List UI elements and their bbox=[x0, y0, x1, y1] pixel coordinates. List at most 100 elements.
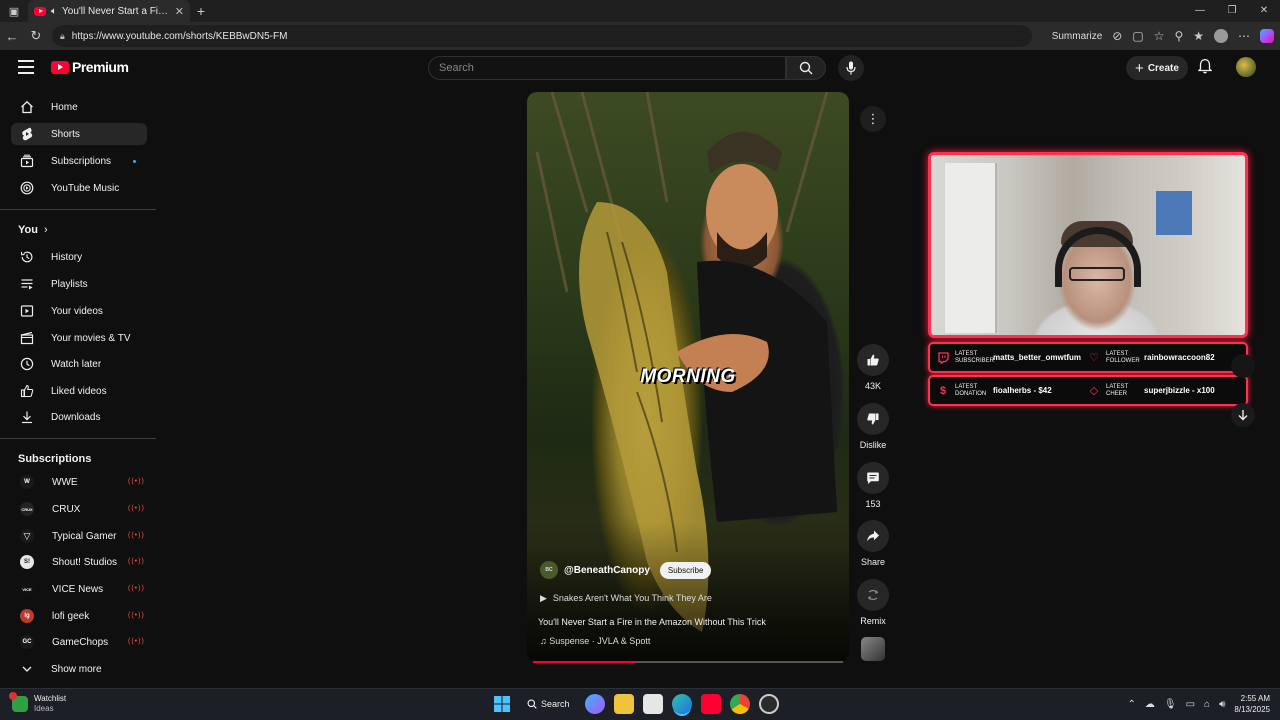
create-button[interactable]: + Create bbox=[1126, 56, 1188, 80]
notifications-button[interactable] bbox=[1197, 58, 1213, 79]
next-short-button[interactable] bbox=[1231, 403, 1255, 427]
voice-search-button[interactable] bbox=[838, 55, 864, 81]
sidebar-item-watch-later[interactable]: Watch later bbox=[11, 353, 147, 375]
sidebar-you-heading[interactable]: You › bbox=[18, 224, 48, 236]
sidebar-channel-crux[interactable]: CRUX CRUX ((•)) bbox=[11, 498, 147, 520]
windows-start-icon[interactable] bbox=[492, 694, 512, 714]
speaker-icon[interactable]: 🔈︎ bbox=[51, 6, 57, 17]
system-clock[interactable]: 2:55 AM 8/13/2025 bbox=[1234, 693, 1270, 715]
chevron-up-icon[interactable]: ⌃ bbox=[1128, 699, 1136, 710]
microphone-icon[interactable]: 🎙︎ bbox=[1164, 699, 1177, 710]
favorite-star-icon[interactable]: ☆ bbox=[1154, 29, 1165, 43]
video-title[interactable]: You'll Never Start a Fire in the Amazon … bbox=[538, 617, 838, 627]
close-tab-icon[interactable]: ✕ bbox=[175, 5, 184, 18]
browser-tab-active[interactable]: 🔈︎ You'll Never Start a Fire in th ✕ bbox=[28, 0, 190, 22]
favorites-icon[interactable]: ★ bbox=[1193, 29, 1204, 43]
summarize-button[interactable]: Summarize bbox=[1052, 31, 1103, 42]
split-screen-icon[interactable]: ▢ bbox=[1132, 29, 1143, 43]
remix-button[interactable] bbox=[857, 579, 889, 611]
search-button[interactable] bbox=[786, 56, 826, 80]
sidebar-item-liked-videos[interactable]: Liked videos bbox=[11, 380, 147, 402]
share-button[interactable] bbox=[857, 520, 889, 552]
remix-icon bbox=[867, 589, 879, 601]
sidebar-channel-lofi-geek[interactable]: lg lofi geek ((•)) bbox=[11, 605, 147, 627]
sidebar-item-home[interactable]: Home bbox=[11, 96, 147, 118]
new-tab-button[interactable]: + bbox=[190, 3, 212, 19]
channel-avatar[interactable]: BC bbox=[540, 561, 558, 579]
sidebar-item-label: VICE News bbox=[52, 583, 104, 595]
refresh-icon[interactable]: ↻ bbox=[24, 28, 48, 44]
display-icon[interactable]: ▭ bbox=[1186, 699, 1195, 710]
webcam-background-door bbox=[945, 163, 997, 333]
playlist-link[interactable]: ▶ Snakes Aren't What You Think They Are bbox=[540, 593, 712, 604]
search-input[interactable]: Search bbox=[428, 56, 786, 80]
taskbar-widget[interactable]: Watchlist Ideas bbox=[9, 692, 67, 714]
comments-button[interactable] bbox=[857, 462, 889, 494]
sidebar-item-label: Watch later bbox=[51, 358, 102, 370]
alert-value: rainbowraccoon82 bbox=[1144, 353, 1215, 362]
edge-browser-icon[interactable] bbox=[671, 694, 692, 714]
sidebar-divider bbox=[0, 209, 156, 210]
taskbar-search[interactable]: Search bbox=[521, 699, 576, 709]
back-icon[interactable]: ← bbox=[0, 29, 24, 44]
sidebar-channel-vice-news[interactable]: VICE VICE News ((•)) bbox=[11, 578, 147, 600]
copilot-icon[interactable] bbox=[1260, 29, 1274, 43]
maximize-icon[interactable]: ❐ bbox=[1216, 0, 1248, 22]
copilot-app-icon[interactable] bbox=[584, 694, 605, 714]
dislike-button[interactable] bbox=[857, 403, 889, 435]
sidebar-item-movies[interactable]: Your movies & TV bbox=[11, 327, 147, 349]
sound-thumbnail[interactable] bbox=[861, 637, 885, 661]
youtube-app-icon[interactable] bbox=[700, 694, 721, 714]
previous-short-button[interactable] bbox=[1231, 354, 1255, 378]
sidebar-item-your-videos[interactable]: Your videos bbox=[11, 300, 147, 322]
sound-title: Suspense · JVLA & Spott bbox=[549, 636, 651, 646]
sidebar-item-subscriptions[interactable]: Subscriptions bbox=[11, 150, 147, 172]
comments-action: 153 bbox=[857, 462, 889, 509]
sidebar-show-more[interactable]: Show more bbox=[11, 658, 147, 680]
sidebar-item-shorts[interactable]: Shorts bbox=[11, 123, 147, 145]
dollar-icon: $ bbox=[939, 384, 947, 397]
sidebar-channel-shout-studios[interactable]: S! Shout! Studios ((•)) bbox=[11, 551, 147, 573]
remix-action: Remix bbox=[857, 579, 889, 626]
minimize-icon[interactable]: — bbox=[1184, 0, 1216, 22]
menu-icon[interactable] bbox=[18, 60, 34, 74]
live-indicator-icon: ((•)) bbox=[128, 585, 145, 592]
chrome-icon[interactable] bbox=[729, 694, 750, 714]
profile-avatar[interactable] bbox=[1214, 29, 1228, 43]
obs-icon[interactable] bbox=[758, 694, 779, 714]
subscribe-button[interactable]: Subscribe bbox=[659, 561, 712, 579]
youtube-logo[interactable]: Premium bbox=[51, 59, 129, 75]
cloud-icon[interactable]: ☁ bbox=[1145, 699, 1155, 710]
address-bar[interactable]: 🔒︎ https://www.youtube.com/shorts/KEBBwD… bbox=[52, 25, 1032, 47]
channel-handle[interactable]: @BeneathCanopy bbox=[564, 565, 650, 576]
file-explorer-icon[interactable] bbox=[613, 694, 634, 714]
volume-icon[interactable]: 🔊︎ bbox=[1219, 699, 1225, 710]
close-window-icon[interactable]: ✕ bbox=[1248, 0, 1280, 22]
sidebar-item-youtube-music[interactable]: YouTube Music bbox=[11, 177, 147, 199]
store-icon[interactable] bbox=[642, 694, 663, 714]
search-icon bbox=[527, 699, 537, 709]
network-icon[interactable]: ⌂ bbox=[1204, 699, 1210, 710]
video-progress-bar[interactable] bbox=[533, 661, 843, 663]
like-button[interactable] bbox=[857, 344, 889, 376]
more-actions-button[interactable]: ⋮ bbox=[860, 106, 886, 132]
account-avatar[interactable] bbox=[1236, 57, 1256, 77]
sidebar-item-history[interactable]: History bbox=[11, 246, 147, 268]
stream-webcam bbox=[928, 152, 1248, 338]
more-options-icon[interactable]: ⋯ bbox=[1238, 29, 1250, 43]
sidebar-item-playlists[interactable]: Playlists bbox=[11, 273, 147, 295]
sidebar-channel-gamechops[interactable]: GC GameChops ((•)) bbox=[11, 631, 147, 653]
extensions-icon[interactable]: ⚲ bbox=[1174, 29, 1183, 43]
lock-icon[interactable]: 🔒︎ bbox=[60, 31, 65, 42]
sound-link[interactable]: ♫ Suspense · JVLA & Spott bbox=[540, 636, 650, 646]
sidebar-item-downloads[interactable]: Downloads bbox=[11, 406, 147, 428]
tab-title: You'll Never Start a Fire in th bbox=[62, 5, 170, 17]
channel-avatar: lg bbox=[20, 609, 34, 623]
window-menu-icon[interactable]: ▣ bbox=[0, 0, 28, 22]
sidebar: Home Shorts Subscriptions YouTube Music … bbox=[0, 86, 156, 686]
stream-alerts: LATEST SUBSCRIBER matts_better_omwtfum ♡ … bbox=[928, 342, 1248, 408]
sidebar-channel-wwe[interactable]: W WWE ((•)) bbox=[11, 471, 147, 493]
widget-text: Watchlist Ideas bbox=[34, 694, 67, 713]
sidebar-channel-typical-gamer[interactable]: ▽ Typical Gamer ((•)) bbox=[11, 525, 147, 547]
reader-icon[interactable]: ⊘ bbox=[1112, 29, 1122, 43]
